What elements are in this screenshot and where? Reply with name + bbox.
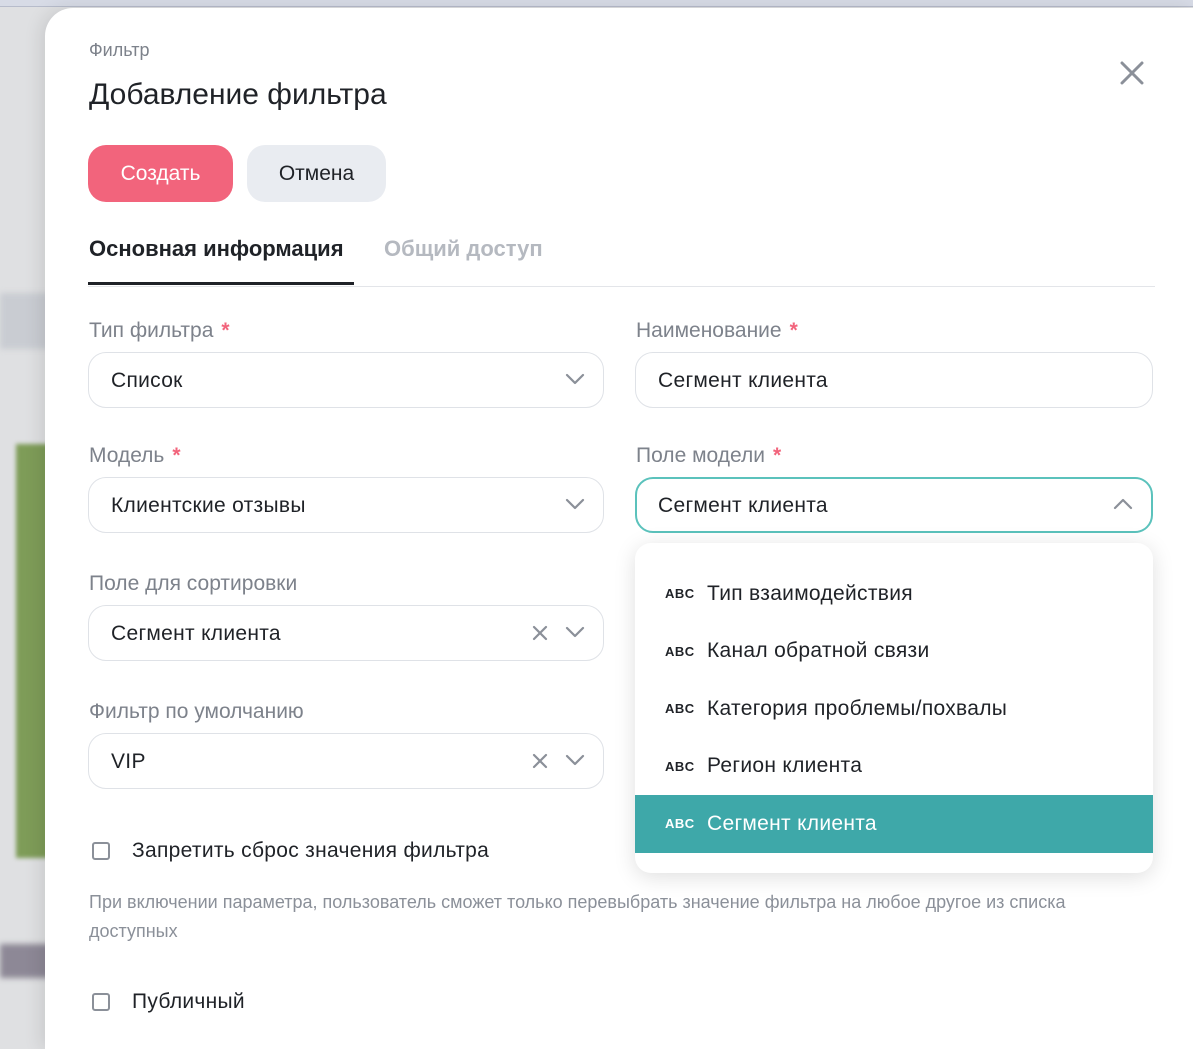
text-type-icon: ABC	[665, 643, 695, 659]
required-mark: *	[221, 319, 230, 342]
filter-type-label: Тип фильтра *	[89, 319, 230, 343]
option-problem-category[interactable]: ABC Категория проблемы/похвалы	[635, 680, 1153, 738]
model-field-value: Сегмент клиента	[658, 494, 828, 517]
filter-type-value: Список	[111, 369, 183, 392]
model-field-select[interactable]: Сегмент клиента	[635, 477, 1153, 533]
clear-icon[interactable]	[531, 624, 549, 642]
model-label: Модель *	[89, 444, 181, 468]
clear-icon[interactable]	[531, 752, 549, 770]
option-client-region[interactable]: ABC Регион клиента	[635, 738, 1153, 796]
model-field-label-text: Поле модели	[636, 444, 765, 467]
forbid-reset-label: Запретить сброс значения фильтра	[132, 839, 490, 862]
chevron-down-icon	[565, 626, 585, 638]
text-type-icon: ABC	[665, 586, 695, 602]
forbid-reset-option[interactable]: Запретить сброс значения фильтра	[92, 838, 489, 864]
option-label: Сегмент клиента	[707, 811, 877, 835]
active-tab-indicator	[88, 282, 354, 285]
text-type-icon: ABC	[665, 816, 695, 832]
modal-eyebrow: Фильтр	[89, 40, 150, 60]
background-window-edge	[0, 0, 1193, 7]
chevron-down-icon	[565, 498, 585, 510]
filter-type-select[interactable]: Список	[88, 352, 604, 408]
default-filter-value: VIP	[111, 750, 146, 773]
close-icon	[1120, 61, 1144, 85]
tab-bar: Основная информация Общий доступ	[88, 232, 1155, 287]
name-input[interactable]: Сегмент клиента	[635, 352, 1153, 408]
chevron-down-icon	[565, 754, 585, 766]
model-field-label: Поле модели *	[636, 444, 781, 468]
tab-main-info[interactable]: Основная информация	[89, 236, 344, 262]
close-button[interactable]	[1117, 58, 1147, 88]
sort-field-select[interactable]: Сегмент клиента	[88, 605, 604, 661]
required-mark: *	[789, 319, 798, 342]
name-label-text: Наименование	[636, 319, 782, 342]
required-mark: *	[172, 444, 181, 467]
filter-type-label-text: Тип фильтра	[89, 319, 214, 342]
name-value: Сегмент клиента	[658, 369, 828, 392]
public-option[interactable]: Публичный	[92, 989, 245, 1015]
option-interaction-type[interactable]: ABC Тип взаимодействия	[635, 565, 1153, 623]
tab-sharing[interactable]: Общий доступ	[384, 236, 543, 262]
cancel-button[interactable]: Отмена	[247, 145, 386, 202]
sort-field-value: Сегмент клиента	[111, 622, 281, 645]
filter-modal: Фильтр Добавление фильтра Создать Отмена…	[45, 8, 1193, 1049]
modal-title: Добавление фильтра	[89, 78, 387, 111]
text-type-icon: ABC	[665, 758, 695, 774]
option-client-segment[interactable]: ABC Сегмент клиента	[635, 795, 1153, 853]
name-label: Наименование *	[636, 319, 798, 343]
required-mark: *	[772, 444, 782, 467]
sort-field-label: Поле для сортировки	[89, 572, 298, 595]
model-select[interactable]: Клиентские отзывы	[88, 477, 604, 533]
default-filter-label: Фильтр по умолчанию	[89, 700, 304, 723]
text-type-icon: ABC	[665, 701, 695, 717]
public-label: Публичный	[132, 990, 245, 1013]
model-field-dropdown: ABC Тип взаимодействия ABC Канал обратно…	[635, 543, 1153, 873]
chevron-down-icon	[565, 373, 585, 385]
model-value: Клиентские отзывы	[111, 494, 306, 517]
chevron-up-icon	[1113, 498, 1133, 510]
model-field-options: ABC Тип взаимодействия ABC Канал обратно…	[635, 565, 1153, 853]
option-label: Регион клиента	[707, 754, 863, 778]
option-feedback-channel[interactable]: ABC Канал обратной связи	[635, 623, 1153, 681]
default-filter-select[interactable]: VIP	[88, 733, 604, 789]
option-label: Тип взаимодействия	[707, 581, 913, 605]
model-label-text: Модель	[89, 444, 165, 467]
create-button[interactable]: Создать	[88, 145, 233, 202]
forbid-reset-checkbox[interactable]	[92, 842, 110, 860]
public-checkbox[interactable]	[92, 993, 110, 1011]
forbid-reset-hint: При включении параметра, пользователь см…	[89, 892, 1066, 941]
option-label: Категория проблемы/похвалы	[707, 696, 1008, 720]
option-label: Канал обратной связи	[707, 639, 930, 663]
